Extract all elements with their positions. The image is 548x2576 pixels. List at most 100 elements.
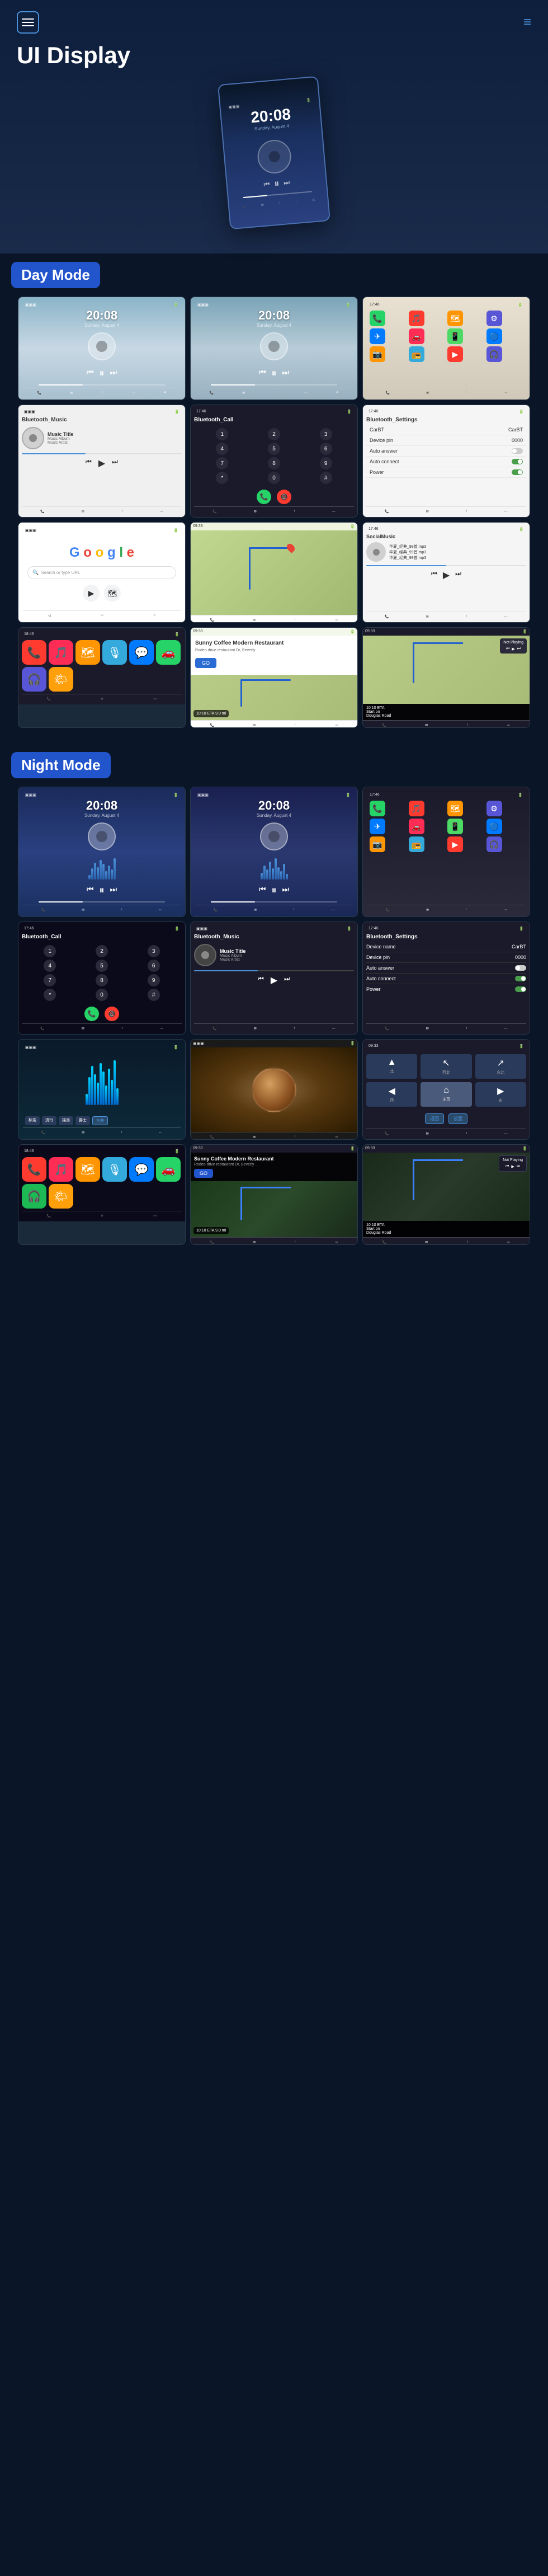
cp-nav-2[interactable]: ⌂	[101, 697, 103, 701]
an-nav-1[interactable]: 📞	[386, 908, 390, 912]
call-nav-2[interactable]: ✉	[254, 510, 257, 514]
ncp-maps[interactable]: 🗺	[75, 1157, 100, 1182]
social-next[interactable]: ⏭	[455, 570, 461, 581]
nav-btn-6[interactable]: ▶ 东	[475, 1082, 526, 1107]
nnm-nav-2[interactable]: ✉	[253, 1240, 256, 1244]
eq-btn-5[interactable]: 古典	[92, 1116, 108, 1125]
g-nav-3[interactable]: ○	[153, 614, 155, 618]
cp-nav-3[interactable]: ⋯	[153, 697, 157, 701]
nbc-accept[interactable]: 📞	[84, 1007, 99, 1021]
app-youtube[interactable]: ▶	[447, 346, 463, 362]
app-waze[interactable]: 🚗	[409, 328, 424, 344]
ndial-7[interactable]: 7	[44, 974, 56, 986]
ns-nav-4[interactable]: ⋯	[504, 1027, 508, 1031]
map-nav-3[interactable]: ↑	[294, 618, 296, 622]
wave-nav-1[interactable]: 📞	[41, 1131, 45, 1135]
s-nav-4[interactable]: ⋯	[504, 510, 508, 514]
ncp-nav-3[interactable]: ⋯	[153, 1214, 157, 1218]
bt-nav-4[interactable]: ⋯	[160, 510, 163, 514]
social-nav-4[interactable]: ⋯	[504, 615, 508, 619]
food-nav-4[interactable]: ⋯	[334, 1135, 338, 1139]
an-nav-4[interactable]: ⋯	[503, 908, 507, 912]
nav-apps[interactable]: ⋯	[132, 391, 135, 395]
nm1-pause[interactable]: ⏸	[100, 885, 105, 896]
dial-9[interactable]: 9	[320, 457, 332, 469]
nm2-nav-1[interactable]: 📞	[214, 908, 218, 912]
nbc-nav-4[interactable]: ⋯	[160, 1027, 163, 1031]
social-nav-2[interactable]: ✉	[426, 615, 429, 619]
s-nav-3[interactable]: ↑	[466, 510, 467, 514]
ncp-phone[interactable]: 📞	[22, 1157, 46, 1182]
nm1-nav-4[interactable]: ⋯	[159, 908, 162, 912]
auto-connect-toggle[interactable]	[512, 459, 523, 464]
napp-spotify[interactable]: 🎧	[486, 836, 502, 852]
nav-u3[interactable]: ↑	[465, 391, 467, 395]
call-end[interactable]: 📵	[277, 490, 291, 504]
nnm-go-btn[interactable]: GO	[194, 1169, 213, 1178]
cp-maps[interactable]: 🗺	[75, 640, 100, 665]
npn-next[interactable]: ⏭	[517, 1164, 520, 1169]
app-music[interactable]: 🎵	[409, 311, 424, 326]
nnm-nav-3[interactable]: ↑	[294, 1240, 296, 1244]
app-spotify[interactable]: 🎧	[486, 346, 502, 362]
food-nav-1[interactable]: 📞	[210, 1135, 214, 1139]
nbm-nav-2[interactable]: ✉	[254, 1027, 257, 1031]
ns-nav-1[interactable]: 📞	[385, 1027, 389, 1031]
pause-btn-1[interactable]: ⏸	[100, 368, 105, 379]
ncp-music[interactable]: 🎵	[49, 1157, 73, 1182]
nbm-play[interactable]: ▶	[271, 975, 277, 986]
ncp-nav-1[interactable]: 📞	[47, 1214, 51, 1218]
ns-ac-toggle[interactable]	[515, 976, 526, 981]
ncp-spotify[interactable]: 🎧	[22, 1184, 46, 1209]
bt-next[interactable]: ⏭	[112, 458, 118, 469]
call-nav-3[interactable]: ↑	[294, 510, 295, 514]
map-nav-2[interactable]: ✉	[253, 618, 256, 622]
shortcut-youtube[interactable]: ▶	[83, 585, 100, 601]
nm2-nav-3[interactable]: ↑	[293, 908, 295, 912]
go-button[interactable]: GO	[195, 658, 216, 668]
social-nav-1[interactable]: 📞	[385, 615, 389, 619]
bt-play[interactable]: ▶	[98, 458, 105, 469]
ndial-8[interactable]: 8	[96, 974, 108, 986]
napp-settings[interactable]: ⚙	[486, 801, 502, 816]
nn-nav-2[interactable]: ✉	[426, 1132, 429, 1136]
nav-up[interactable]: ↑	[102, 391, 103, 395]
ncp-nav-2[interactable]: ⌂	[101, 1214, 103, 1218]
g-nav-1[interactable]: ◁	[48, 614, 51, 618]
ncp-waze[interactable]: 🚗	[156, 1157, 181, 1182]
nm2-prev[interactable]: ⏮	[259, 885, 266, 896]
napp-cam[interactable]: 📷	[370, 836, 385, 852]
npn-nav-2[interactable]: ✉	[425, 1240, 428, 1244]
dial-1[interactable]: 1	[216, 428, 228, 440]
nn-nav-4[interactable]: ⋯	[504, 1132, 508, 1136]
dial-star[interactable]: *	[216, 472, 228, 484]
bt-nav-3[interactable]: ↑	[121, 510, 123, 514]
pause-btn-2[interactable]: ⏸	[272, 368, 277, 379]
shortcut-maps[interactable]: 🗺	[104, 585, 121, 601]
wave-nav-3[interactable]: ↑	[121, 1131, 122, 1135]
ncp-messages[interactable]: 💬	[129, 1157, 154, 1182]
ndial-hash[interactable]: #	[148, 989, 160, 1001]
ndial-6[interactable]: 6	[148, 960, 160, 972]
npn-prev[interactable]: ⏮	[506, 1164, 509, 1169]
nm2-pause[interactable]: ⏸	[272, 885, 277, 896]
ndial-4[interactable]: 4	[44, 960, 56, 972]
bt-nav-1[interactable]: 📞	[40, 510, 44, 514]
napp-maps[interactable]: 🗺	[447, 801, 463, 816]
nav-btn-3[interactable]: ↗ 东北	[475, 1054, 526, 1079]
nav-au2[interactable]: A	[336, 391, 338, 395]
nav-a3[interactable]: ⋯	[503, 391, 507, 395]
nbc-nav-3[interactable]: ↑	[121, 1027, 123, 1031]
dial-2[interactable]: 2	[268, 428, 280, 440]
np-nav-4[interactable]: ⋯	[507, 723, 510, 727]
ncp-podcasts[interactable]: 🎙	[102, 1157, 127, 1182]
nav-d3[interactable]: 📞	[386, 391, 390, 395]
nav-nav-2[interactable]: ✉	[253, 723, 256, 727]
np-nav-2[interactable]: ✉	[425, 723, 428, 727]
nm1-next[interactable]: ⏭	[110, 885, 117, 896]
nav-extra-2[interactable]: 设置	[448, 1113, 467, 1124]
npn-play[interactable]: ▶	[511, 1164, 514, 1169]
nm1-nav-1[interactable]: 📞	[41, 908, 45, 912]
dial-6[interactable]: 6	[320, 443, 332, 455]
npn-nav-3[interactable]: ↑	[466, 1240, 468, 1244]
